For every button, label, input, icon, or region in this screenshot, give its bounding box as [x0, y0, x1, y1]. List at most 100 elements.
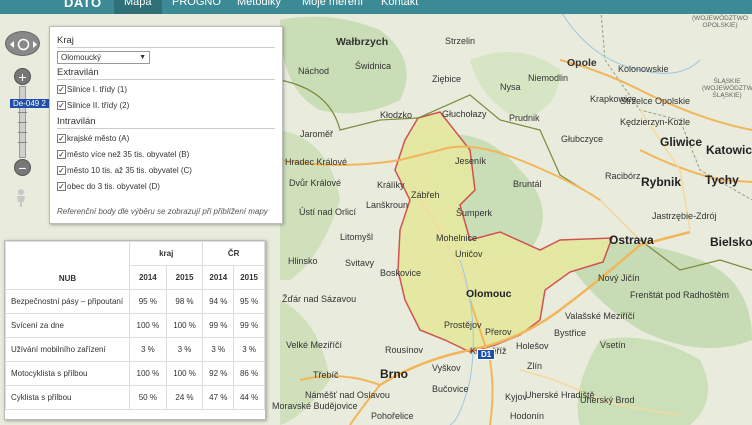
zoom-tick: [18, 142, 27, 143]
cell-value: 98 %: [165, 289, 204, 314]
zoom-level-label: De-049 2: [10, 99, 49, 108]
map-label-place: Ústí nad Orlicí: [299, 207, 357, 217]
map-label-place: Moravské Budějovice: [272, 401, 358, 411]
checkbox-checked-icon[interactable]: ✓: [57, 134, 66, 143]
map-label-place: Uherský Brod: [580, 395, 635, 405]
map-label-place: Králíky: [377, 180, 405, 190]
column-group-kraj: kraj: [128, 241, 204, 266]
map-label-place: Ziębice: [432, 74, 462, 84]
kraj-select[interactable]: Olomoucký ▼: [57, 51, 150, 64]
map-label-place: Valašské Meziříčí: [565, 311, 635, 321]
top-navigation: DATO Mapa PROGNÓ Metodiky Moje měření Ko…: [0, 0, 752, 14]
map-label-rybnik: Rybnik: [641, 175, 682, 189]
nav-item-moje-mereni[interactable]: Moje měření: [302, 0, 363, 8]
row-label: Motocyklista s přilbou: [5, 361, 130, 386]
map-label-place: Prostějov: [444, 320, 482, 330]
pan-arrows-icon: [10, 38, 37, 51]
checkbox-label: Silnice I. třídy (1): [67, 85, 128, 94]
cell-value: 3 %: [202, 337, 235, 362]
map-label-place: Třebíč: [313, 370, 339, 380]
pan-control[interactable]: [5, 31, 40, 56]
map-label-place: Zlín: [527, 361, 543, 371]
row-header-nub: NUB: [5, 241, 130, 290]
checkbox-checked-icon[interactable]: ✓: [57, 150, 66, 159]
nav-item-mapa[interactable]: Mapa: [114, 0, 162, 14]
map-label-place: Jastrzębie-Zdrój: [652, 211, 717, 221]
checkbox-row-mesto-35[interactable]: ✓ město více než 35 tis. obyvatel (B): [57, 150, 189, 159]
checkbox-label: Silnice II. třídy (2): [67, 101, 130, 110]
column-year: 2015: [165, 265, 204, 290]
checkbox-checked-icon[interactable]: ✓: [57, 101, 66, 110]
map-label-place: Dvůr Králové: [289, 178, 342, 188]
checkbox-checked-icon[interactable]: ✓: [57, 85, 66, 94]
map-label-place: Jaroměř: [300, 129, 334, 139]
nav-item-metodiky[interactable]: Metodiky: [237, 0, 281, 8]
cell-value: 50 %: [129, 385, 167, 410]
table-header-row: NUB kraj ČR: [5, 241, 265, 290]
row-label: Bezpečnostní pásy – připoutaní: [5, 289, 130, 314]
map-label-place: Mohelnice: [436, 233, 478, 243]
map-label-place: Głubczyce: [561, 134, 604, 144]
statistics-panel: NUB kraj ČR 2014 2015 2014 2015 Bezpečno…: [4, 240, 266, 420]
map-label-ostrava: Ostrava: [609, 233, 654, 247]
column-year: 2014: [129, 265, 167, 290]
cell-value: 100 %: [129, 313, 167, 338]
checkbox-row-silnice-1[interactable]: ✓ Silnice I. třídy (1): [57, 85, 127, 94]
table-row: Cyklista s přilbou 50 % 24 % 47 % 44 %: [5, 385, 265, 410]
checkbox-row-mesto-10-35[interactable]: ✓ město 10 tis. až 35 tis. obyvatel (C): [57, 166, 192, 175]
row-label: Svícení za dne: [5, 313, 130, 338]
street-view-pegman-icon[interactable]: [14, 188, 28, 208]
zoom-out-button[interactable]: −: [14, 159, 31, 176]
map-label-katowice: Katowice: [706, 143, 752, 157]
map-label-bielsko: Bielsko-B: [710, 235, 752, 249]
map-label-place: Zábřeh: [411, 190, 440, 200]
cell-value: 99 %: [233, 313, 265, 338]
map-label-place: Vyškov: [432, 363, 461, 373]
checkbox-checked-icon[interactable]: ✓: [57, 166, 66, 175]
nav-item-kontakt[interactable]: Kontakt: [381, 0, 418, 8]
map-label-place: Svitavy: [345, 258, 375, 268]
checkbox-row-obec-3[interactable]: ✓ obec do 3 tis. obyvatel (D): [57, 182, 160, 191]
map-label-place: Vsetín: [600, 340, 626, 350]
cell-value: 99 %: [202, 313, 235, 338]
row-label: Užívání mobilního zařízení: [5, 337, 130, 362]
divider: [57, 79, 275, 80]
checkbox-checked-icon[interactable]: ✓: [57, 182, 66, 191]
zoom-in-button[interactable]: +: [14, 68, 31, 85]
map-label-place: Racibórz: [605, 171, 641, 181]
map-label-place: Bystřice: [554, 328, 587, 338]
zoom-tick: [18, 132, 27, 133]
table-row: Motocyklista s přilbou 100 % 100 % 92 % …: [5, 361, 265, 386]
column-year: 2014: [202, 265, 235, 290]
map-label-place: Kłodzko: [380, 110, 413, 120]
table-row: Svícení za dne 100 % 100 % 99 % 99 %: [5, 313, 265, 338]
cell-value: 3 %: [233, 337, 265, 362]
map-label-tychy: Tychy: [705, 173, 739, 187]
cell-value: 86 %: [233, 361, 265, 386]
map-region-slaskie: ŚLĄSKIE (WOJEWÓDZTWO ŚLĄSKIE): [702, 78, 752, 99]
map-label-place: Rousínov: [385, 345, 424, 355]
map-label-walbrzych: Wałbrzych: [336, 36, 389, 48]
layer-filter-panel: Kraj Olomoucký ▼ Extravilán ✓ Silnice I.…: [49, 26, 283, 224]
map-label-place: Strzelce Opolskie: [620, 96, 691, 106]
nav-item-progno[interactable]: PROGNÓ: [172, 0, 221, 8]
cell-value: 95 %: [129, 289, 167, 314]
map-label-place: Hlinsko: [288, 256, 318, 266]
map-label-place: Prudnik: [509, 113, 540, 123]
cell-value: 100 %: [165, 361, 204, 386]
checkbox-row-krajske-mesto[interactable]: ✓ krajské město (A): [57, 134, 129, 143]
app-brand[interactable]: DATO: [64, 0, 102, 10]
checkbox-row-silnice-2[interactable]: ✓ Silnice II. třídy (2): [57, 101, 129, 110]
section-title-extravilan: Extravilán: [57, 67, 99, 78]
divider: [57, 47, 275, 48]
cell-value: 95 %: [233, 289, 265, 314]
column-group-cr: ČR: [202, 241, 265, 266]
map-label-place: Holešov: [516, 341, 549, 351]
zoom-hint-note: Referenční body dle výběru se zobrazují …: [57, 207, 268, 216]
table-row: Užívání mobilního zařízení 3 % 3 % 3 % 3…: [5, 337, 265, 362]
column-year: 2015: [233, 265, 265, 290]
map-label-place: Nový Jičín: [598, 273, 640, 283]
map-label-place: Bučovice: [432, 384, 469, 394]
cell-value: 100 %: [129, 361, 167, 386]
map-label-gliwice: Gliwice: [660, 135, 703, 149]
